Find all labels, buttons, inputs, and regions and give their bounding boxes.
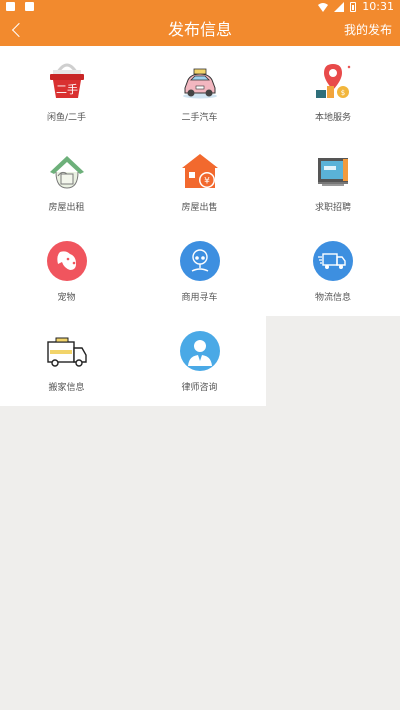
category-label: 宠物: [57, 293, 76, 303]
svg-text:¥: ¥: [204, 177, 210, 187]
signal-icon: [334, 2, 345, 12]
category-label: 物流信息: [314, 293, 351, 303]
page-title: 发布信息: [167, 20, 232, 39]
house-sale-icon: ¥: [182, 154, 218, 188]
category-house-rent[interactable]: 房屋出租: [0, 136, 133, 226]
local-service-icon: $: [316, 64, 351, 98]
notification-a-icon: [25, 2, 34, 11]
battery-icon: [350, 2, 357, 12]
category-label: 律师咨询: [181, 383, 218, 393]
category-lawyer[interactable]: 律师咨询: [133, 316, 266, 406]
wifi-icon: [318, 3, 329, 12]
secondhand-basket-icon: 二手: [50, 63, 84, 98]
category-used-car[interactable]: 二手汽车: [133, 46, 266, 136]
category-moving[interactable]: 搬家信息: [0, 316, 133, 406]
app-bar: 发布信息 我的发布: [0, 14, 400, 46]
category-logistics[interactable]: 物流信息: [266, 226, 400, 316]
category-label: 房屋出租: [48, 203, 85, 213]
category-pet[interactable]: 宠物: [0, 226, 133, 316]
status-bar: 10:31: [0, 0, 400, 14]
category-local-service[interactable]: $ 本地服务: [266, 46, 400, 136]
job-recruit-icon: [318, 158, 348, 186]
category-grid: 二手 闲鱼/二手 二手汽车 $ 本地服务 房屋出租 ¥ 房屋出售 求职招聘 宠物…: [0, 46, 400, 406]
category-label: 商用寻车: [181, 293, 218, 303]
category-label: 本地服务: [314, 113, 351, 123]
category-label: 闲鱼/二手: [46, 113, 87, 123]
house-rent-icon: [50, 156, 84, 189]
empty-cell: [266, 316, 400, 406]
category-label: 二手汽车: [181, 113, 218, 123]
category-house-sale[interactable]: ¥ 房屋出售: [133, 136, 266, 226]
category-label: 求职招聘: [314, 203, 351, 213]
svg-text:$: $: [341, 89, 345, 97]
notification-icon: [6, 2, 15, 11]
pet-dog-icon: [47, 241, 87, 281]
my-posts-button[interactable]: 我的发布: [344, 14, 392, 46]
category-commercial-car[interactable]: 商用寻车: [133, 226, 266, 316]
used-car-icon: [183, 68, 217, 99]
commercial-car-icon: [180, 241, 220, 281]
moving-truck-icon: [47, 337, 87, 367]
lawyer-icon: [180, 331, 220, 371]
category-label: 房屋出售: [181, 203, 218, 213]
logistics-truck-icon: [313, 241, 353, 281]
status-time: 10:31: [362, 0, 394, 13]
secondhand-badge-text: 二手: [56, 82, 78, 96]
category-secondhand[interactable]: 二手 闲鱼/二手: [0, 46, 133, 136]
category-label: 搬家信息: [48, 383, 85, 393]
category-job[interactable]: 求职招聘: [266, 136, 400, 226]
